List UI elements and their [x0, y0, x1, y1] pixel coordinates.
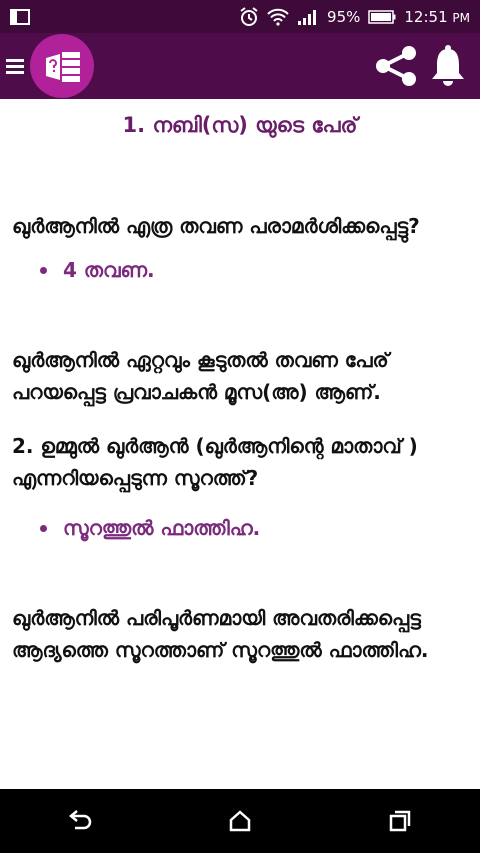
clock-ampm: PM: [452, 10, 470, 25]
clock: 12:51 PM: [404, 8, 470, 26]
question-2-text: 2. ഉമ്മുൽ ഖുർആൻ (ഖുർആനിന്റെ മാതാവ് ) എന്…: [12, 434, 418, 490]
back-button[interactable]: [50, 796, 110, 846]
battery-icon: [368, 9, 396, 24]
screen-mirror-icon: [10, 8, 30, 26]
question-1-title: 1. നബി(സ) യുടെ പേര്: [122, 113, 358, 137]
share-button[interactable]: [370, 40, 422, 92]
question-1-explanation: ഖുർആനിൽ ഏറ്റവും കൂടുതൽ തവണ പേര് പറയപ്പെട…: [12, 348, 389, 404]
question-2-explanation: ഖുർആനിൽ പരിപൂർണമായി അവതരിക്കപ്പെട്ട ആദ്യ…: [12, 606, 429, 662]
notification-button[interactable]: [422, 40, 474, 92]
alarm-icon: [239, 6, 259, 27]
question-1-text: ഖുർആനിൽ എത്ര തവണ പരാമർശിക്കപ്പെട്ടു?: [12, 214, 420, 238]
clock-time: 12:51: [404, 7, 448, 26]
home-icon: [229, 810, 251, 832]
bell-icon: [432, 45, 464, 86]
app-logo: [30, 34, 94, 98]
quiz-logo-icon: [46, 52, 80, 82]
wifi-icon: [267, 8, 289, 26]
app-toolbar: [0, 33, 480, 99]
quiz-content[interactable]: 1. നബി(സ) യുടെ പേര് ഖുർആനിൽ എത്ര തവണ പരാ…: [0, 99, 480, 789]
question-2-answer: സൂറത്തുൽ ഫാത്തിഹ.: [12, 516, 468, 540]
bullet-icon: [40, 266, 47, 274]
share-icon: [376, 46, 416, 86]
signal-icon: [297, 9, 319, 25]
question-2-answer-text: സൂറത്തുൽ ഫാത്തിഹ.: [63, 516, 261, 540]
battery-percent: 95%: [327, 7, 361, 26]
menu-button[interactable]: [2, 53, 28, 79]
question-1-answer-text: 4 തവണ.: [63, 258, 155, 282]
home-button[interactable]: [210, 796, 270, 846]
bullet-icon: [40, 524, 47, 532]
recents-button[interactable]: [370, 796, 430, 846]
system-nav-bar: [0, 789, 480, 853]
status-bar: 95% 12:51 PM: [0, 0, 480, 33]
recents-icon: [389, 810, 411, 832]
back-icon: [69, 810, 92, 830]
question-1-answer: 4 തവണ.: [12, 258, 468, 282]
hamburger-icon: [6, 59, 24, 74]
